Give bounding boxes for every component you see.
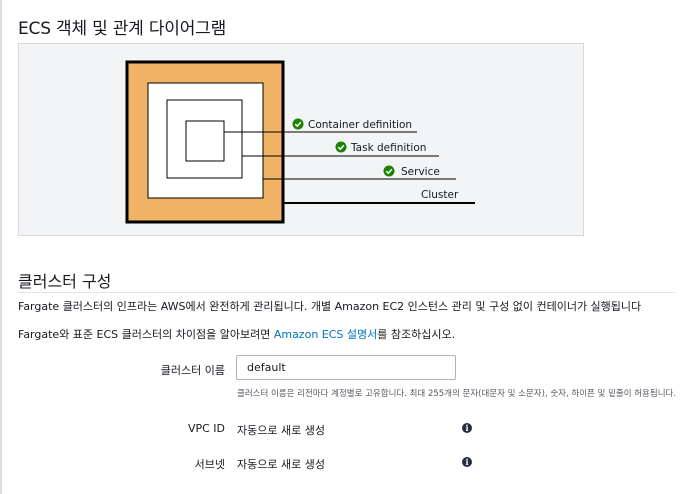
cluster-name-label: 클러스터 이름 xyxy=(160,364,225,377)
fargate-docs-note: Fargate와 표준 ECS 클러스터의 차이점을 알아보려면 Amazon … xyxy=(18,326,455,342)
fargate-description: Fargate 클러스터의 인프라는 AWS에서 완전하게 관리됩니다. 개별 … xyxy=(18,300,642,313)
ecs-diagram: Container definition Task definition Ser… xyxy=(18,43,584,236)
cluster-name-hint: 클러스터 이름은 리전마다 계정별로 고유합니다. 최대 255개의 문자(대문… xyxy=(237,389,677,399)
diagram-title: ECS 객체 및 관계 다이어그램 xyxy=(18,19,227,39)
ecs-docs-link[interactable]: Amazon ECS 설명서 xyxy=(274,328,377,341)
info-icon[interactable]: i xyxy=(462,457,472,467)
task-definition-label: Task definition xyxy=(350,142,426,154)
service-label: Service xyxy=(401,166,440,178)
vpc-id-label: VPC ID xyxy=(187,422,225,435)
docs-note-prefix: Fargate와 표준 ECS 클러스터의 차이점을 알아보려면 xyxy=(18,328,274,341)
info-icon[interactable]: i xyxy=(462,423,472,433)
vpc-id-value: 자동으로 새로 생성 xyxy=(237,424,325,437)
section-divider xyxy=(18,292,676,293)
check-circle-icon xyxy=(292,118,304,130)
container-definition-label: Container definition xyxy=(308,119,412,131)
ecs-diagram-svg: Container definition Task definition Ser… xyxy=(125,60,475,224)
check-circle-icon xyxy=(383,165,395,177)
docs-note-suffix: 를 참조하십시오. xyxy=(377,328,456,341)
subnet-value: 자동으로 새로 생성 xyxy=(237,458,325,471)
check-circle-icon xyxy=(335,141,347,153)
subnet-label: 서브넷 xyxy=(194,458,225,471)
cluster-config-heading: 클러스터 구성 xyxy=(18,272,112,291)
cluster-label: Cluster xyxy=(421,189,459,201)
container-box xyxy=(185,120,225,162)
left-border xyxy=(0,0,2,494)
cluster-name-input[interactable] xyxy=(236,355,456,380)
